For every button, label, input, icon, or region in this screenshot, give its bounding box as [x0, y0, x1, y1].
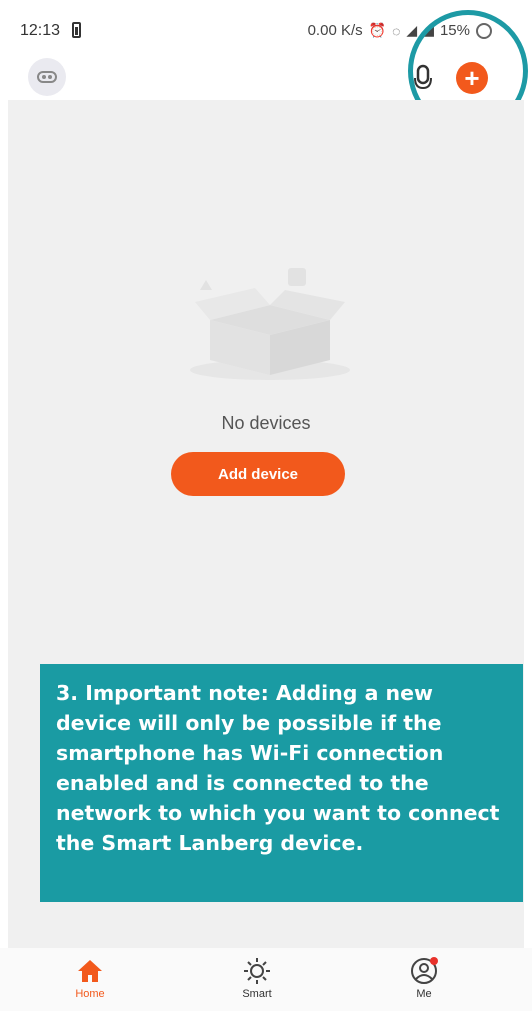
user-icon — [411, 957, 438, 984]
empty-box-illustration — [190, 268, 350, 380]
home-avatar-icon[interactable] — [28, 58, 66, 96]
no-devices-text: No devices — [221, 413, 311, 433]
signal-icon: ◢ — [406, 22, 418, 38]
sun-icon — [244, 958, 270, 984]
battery-saver-icon — [72, 22, 81, 38]
tab-home-label: Home — [75, 988, 105, 1000]
alarm-icon: ⏰ — [368, 22, 387, 38]
important-note-overlay: 3. Important note: Adding a new device w… — [40, 664, 523, 902]
network-speed: 0.00 K/s — [307, 22, 363, 39]
bottom-navigation: Home Smart Me — [0, 948, 532, 1011]
home-icon — [78, 960, 102, 982]
status-time: 12:13 — [20, 22, 61, 39]
tab-home[interactable]: Home — [50, 956, 130, 1000]
tab-smart[interactable]: Smart — [217, 956, 297, 1000]
notification-icon: ◌ — [392, 22, 401, 39]
tab-smart-label: Smart — [242, 988, 272, 1000]
tab-me[interactable]: Me — [384, 956, 464, 1000]
add-device-button[interactable]: Add device — [171, 452, 345, 496]
tab-me-label: Me — [416, 988, 432, 1000]
